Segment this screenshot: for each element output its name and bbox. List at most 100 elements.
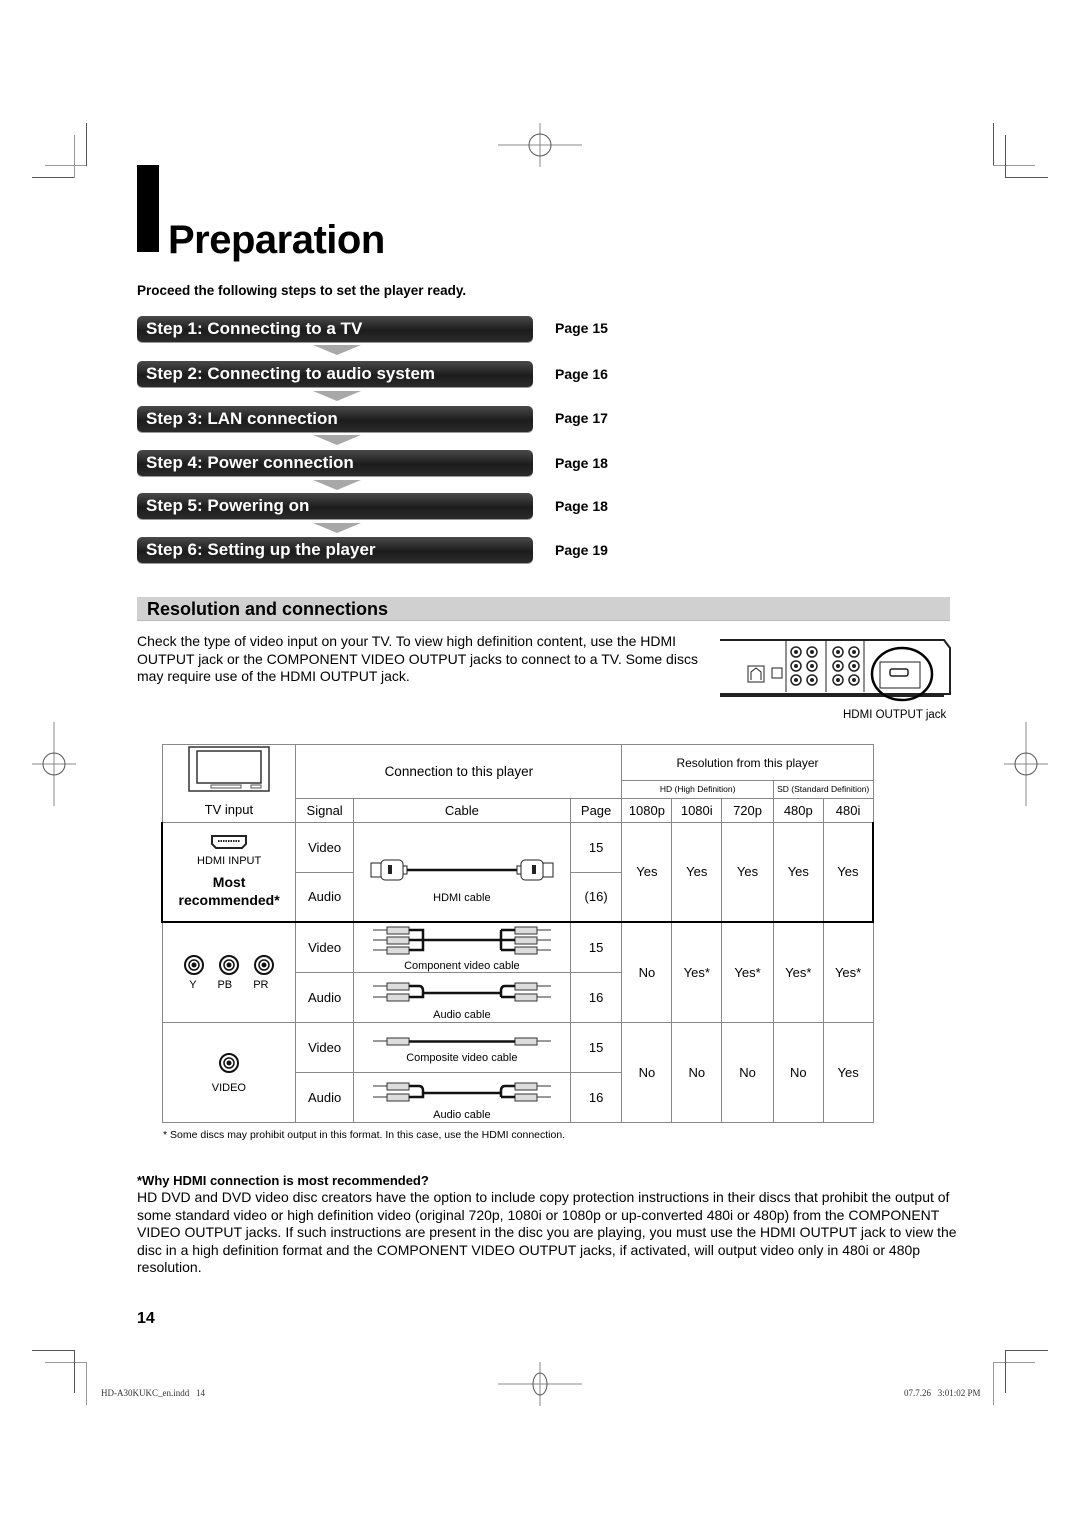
component-input-cell: Y PB PR: [161, 921, 297, 1023]
page-video: 15: [569, 821, 623, 872]
step-5-button[interactable]: Step 5: Powering on: [137, 493, 533, 519]
value-1080p: Yes: [621, 821, 673, 923]
value-720p: Yes: [721, 821, 774, 923]
component-jack-labels: Y PB PR: [163, 979, 296, 991]
cable-header: Cable: [353, 797, 571, 823]
audio-cable-cell: Audio cable: [353, 971, 571, 1023]
audio-cable-label: Audio cable: [433, 1108, 491, 1121]
section-heading: Resolution and connections: [137, 597, 950, 621]
signal-header: Signal: [295, 797, 354, 823]
step-5-page-link[interactable]: Page 18: [555, 498, 608, 514]
intro-text: Proceed the following steps to set the p…: [137, 283, 467, 298]
step-2-page-link[interactable]: Page 16: [555, 366, 608, 382]
why-hdmi-heading: *Why HDMI connection is most recommended…: [137, 1173, 429, 1188]
composite-cable-label: Composite video cable: [406, 1051, 518, 1064]
most-recommended-label: Most recommended*: [178, 874, 280, 909]
page-video: 15: [569, 1021, 623, 1072]
value-1080i: Yes: [671, 821, 723, 923]
player-rear-panel-illustration: [720, 639, 951, 702]
signal-video: Video: [295, 1021, 354, 1072]
value-1080p: No: [621, 921, 673, 1023]
signal-video: Video: [295, 821, 354, 872]
page-header: Page: [569, 797, 623, 823]
composite-jack-icon: [218, 1052, 239, 1073]
res-header-480p: 480p: [772, 797, 824, 823]
connection-header: Connection to this player: [295, 744, 623, 799]
value-1080i: Yes*: [671, 921, 723, 1023]
down-arrow-icon: [313, 435, 361, 445]
tv-illustration-cell: [161, 744, 297, 798]
why-hdmi-text: HD DVD and DVD video disc creators have …: [137, 1189, 957, 1276]
label-pb: PB: [217, 978, 233, 991]
resolution-table: Connection to this player Resolution fro…: [161, 743, 874, 1123]
section-paragraph: Check the type of video input on your TV…: [137, 633, 698, 684]
audio-cable-cell: Audio cable: [353, 1071, 571, 1123]
signal-audio: Audio: [295, 971, 354, 1023]
res-header-1080p: 1080p: [621, 797, 673, 823]
audio-cable-label: Audio cable: [433, 1008, 491, 1021]
step-3-button[interactable]: Step 3: LAN connection: [137, 406, 533, 432]
hdmi-cable-label: HDMI cable: [433, 891, 491, 904]
value-480i: Yes*: [822, 921, 874, 1023]
table-row-hdmi: HDMI INPUT Most recommended* Video HDMI …: [161, 821, 874, 923]
title-accent-bar: [137, 165, 159, 252]
value-480i: Yes: [822, 821, 874, 923]
step-2-button[interactable]: Step 2: Connecting to audio system: [137, 361, 533, 387]
hdmi-input-cell: HDMI INPUT Most recommended*: [161, 821, 297, 923]
step-6-page-link[interactable]: Page 19: [555, 542, 608, 558]
res-header-720p: 720p: [721, 797, 774, 823]
composite-cable-icon: [372, 1037, 551, 1045]
step-6-button[interactable]: Step 6: Setting up the player: [137, 537, 533, 563]
down-arrow-icon: [313, 480, 361, 490]
resolution-header: Resolution from this player: [621, 743, 874, 782]
page-title: Preparation: [168, 218, 385, 262]
registration-mark-left: [32, 722, 76, 806]
down-arrow-icon: [313, 345, 361, 355]
composite-input-cell: VIDEO: [161, 1021, 297, 1123]
slug-timestamp: 07.7.26 3:01:02 PM: [904, 1388, 981, 1398]
hdmi-input-label: HDMI INPUT: [197, 855, 262, 868]
down-arrow-icon: [313, 523, 361, 533]
registration-mark-bottom: [498, 1362, 582, 1406]
hdmi-output-jack-caption: HDMI OUTPUT jack: [843, 709, 947, 721]
audio-cable-icon: [372, 982, 551, 1001]
label-y: Y: [189, 978, 197, 991]
res-header-480i: 480i: [822, 797, 874, 823]
value-1080p: No: [621, 1021, 673, 1123]
label-pr: PR: [253, 978, 269, 991]
value-480i: Yes: [822, 1021, 874, 1123]
page-number: 14: [137, 1310, 155, 1327]
audio-cable-icon: [372, 1082, 551, 1101]
down-arrow-icon: [313, 391, 361, 401]
step-1-button[interactable]: Step 1: Connecting to a TV: [137, 316, 533, 342]
table-footnote: * Some discs may prohibit output in this…: [163, 1129, 566, 1141]
page-audio: 16: [569, 971, 623, 1023]
signal-audio: Audio: [295, 871, 354, 923]
signal-video: Video: [295, 921, 354, 972]
table-row-component: Y PB PR Video Component video cable 15 N…: [161, 921, 874, 1023]
page-audio: (16): [569, 871, 623, 923]
tv-icon: [188, 746, 270, 792]
step-1-page-link[interactable]: Page 15: [555, 320, 608, 336]
step-4-button[interactable]: Step 4: Power connection: [137, 450, 533, 476]
table-row-composite: VIDEO Video Composite video cable 15 No …: [161, 1021, 874, 1123]
value-720p: No: [721, 1021, 774, 1123]
res-header-1080i: 1080i: [671, 797, 723, 823]
component-cable-label: Component video cable: [404, 959, 520, 972]
hdmi-port-icon: [211, 835, 248, 850]
sd-label: SD (Standard Definition): [772, 780, 874, 799]
page-video: 15: [569, 921, 623, 972]
slug-filename: HD-A30KUKC_en.indd 14: [101, 1388, 205, 1398]
step-4-page-link[interactable]: Page 18: [555, 455, 608, 471]
step-3-page-link[interactable]: Page 17: [555, 410, 608, 426]
value-480p: Yes: [772, 821, 824, 923]
registration-mark-right: [1004, 722, 1048, 806]
video-input-label: VIDEO: [211, 1081, 246, 1094]
hdmi-cable-cell: HDMI cable: [353, 821, 571, 923]
value-480p: Yes*: [772, 921, 824, 1023]
hdmi-cable-icon: [370, 859, 554, 880]
registration-mark-top: [498, 123, 582, 167]
value-1080i: No: [671, 1021, 723, 1123]
value-480p: No: [772, 1021, 824, 1123]
signal-audio: Audio: [295, 1071, 354, 1123]
